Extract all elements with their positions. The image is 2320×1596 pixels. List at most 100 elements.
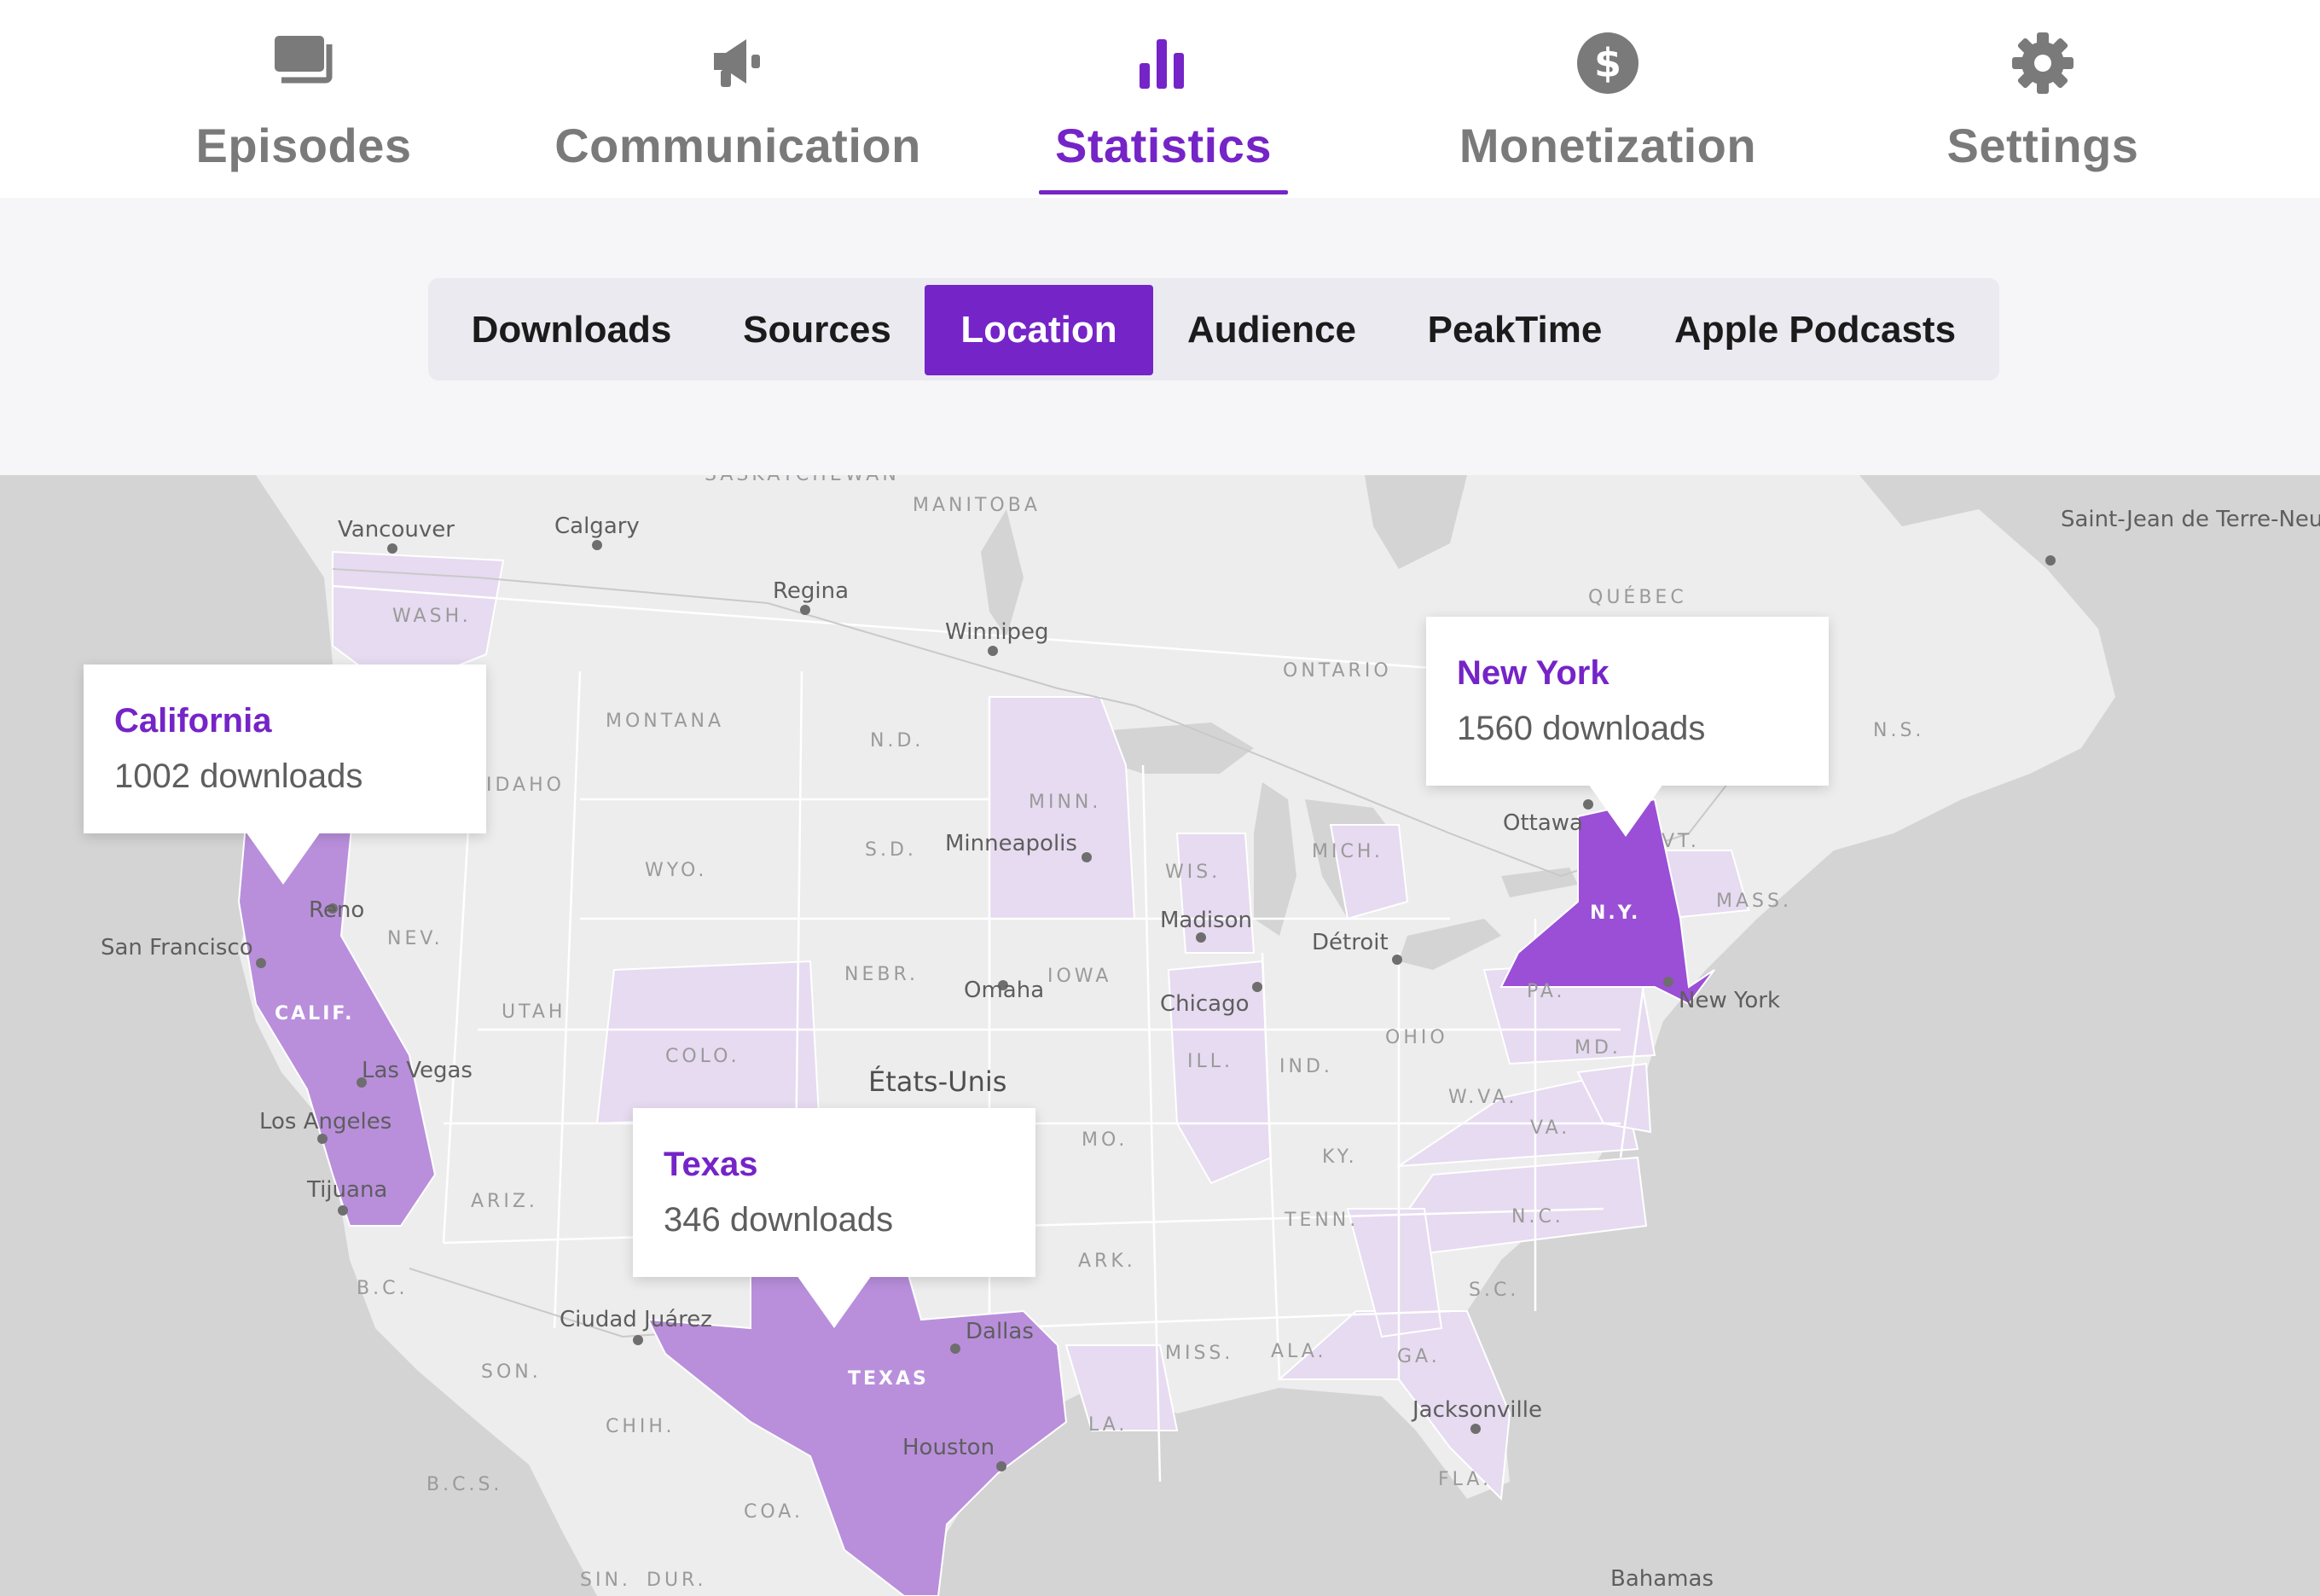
svg-text:S.D.: S.D. bbox=[865, 839, 917, 861]
svg-text:Los Angeles: Los Angeles bbox=[259, 1109, 392, 1135]
megaphone-icon bbox=[714, 39, 760, 87]
tooltip-pointer bbox=[1588, 784, 1663, 837]
svg-text:$: $ bbox=[1594, 40, 1621, 86]
map-label-ny: N.Y. bbox=[1590, 902, 1640, 924]
svg-text:MINN.: MINN. bbox=[1029, 792, 1101, 813]
svg-text:COA.: COA. bbox=[744, 1501, 803, 1523]
statistics-subtabs: Downloads Sources Location Audience Peak… bbox=[428, 278, 1999, 380]
svg-text:ARIZ.: ARIZ. bbox=[471, 1191, 538, 1212]
svg-text:ARK.: ARK. bbox=[1078, 1251, 1136, 1272]
svg-text:WIS.: WIS. bbox=[1165, 862, 1221, 883]
nav-communication-label: Communication bbox=[554, 119, 921, 172]
nav-monetization-label: Monetization bbox=[1459, 119, 1757, 172]
nav-settings[interactable]: Settings bbox=[1931, 0, 2155, 198]
svg-text:NEBR.: NEBR. bbox=[844, 964, 919, 985]
svg-text:TENN.: TENN. bbox=[1284, 1210, 1359, 1231]
svg-text:Reno: Reno bbox=[309, 897, 364, 923]
nav-episodes-label: Episodes bbox=[195, 119, 412, 172]
nav-communication[interactable]: Communication bbox=[554, 0, 921, 198]
subtab-sources[interactable]: Sources bbox=[710, 285, 925, 375]
map-canvas: États-Unis CALIF. TEXAS N.Y. WASH. MONTA… bbox=[0, 475, 2320, 1596]
svg-text:Dallas: Dallas bbox=[966, 1319, 1034, 1344]
svg-text:OHIO: OHIO bbox=[1385, 1027, 1448, 1048]
svg-text:Jacksonville: Jacksonville bbox=[1411, 1397, 1542, 1423]
tooltip-download-count: 1002 downloads bbox=[114, 757, 363, 795]
svg-text:Bahamas: Bahamas bbox=[1610, 1566, 1714, 1592]
svg-text:ONTARIO: ONTARIO bbox=[1283, 660, 1392, 682]
svg-text:LA.: LA. bbox=[1088, 1414, 1128, 1436]
tooltip-download-count: 1560 downloads bbox=[1457, 710, 1706, 747]
svg-text:ILL.: ILL. bbox=[1187, 1051, 1233, 1072]
svg-text:WASH.: WASH. bbox=[392, 606, 472, 627]
subtab-audience[interactable]: Audience bbox=[1153, 285, 1390, 375]
svg-text:IND.: IND. bbox=[1279, 1056, 1333, 1077]
svg-text:N.D.: N.D. bbox=[870, 730, 924, 752]
svg-text:DUR.: DUR. bbox=[647, 1570, 707, 1591]
map-label-calif: CALIF. bbox=[275, 1003, 355, 1024]
subtab-location[interactable]: Location bbox=[925, 285, 1153, 375]
svg-text:S.C.: S.C. bbox=[1469, 1280, 1519, 1301]
svg-text:MASS.: MASS. bbox=[1716, 891, 1792, 912]
tooltip-download-count: 346 downloads bbox=[664, 1201, 894, 1239]
tooltip-state-name: Texas bbox=[664, 1146, 758, 1183]
svg-text:MANITOBA: MANITOBA bbox=[913, 495, 1041, 516]
svg-text:MICH.: MICH. bbox=[1312, 841, 1383, 862]
svg-text:Tijuana: Tijuana bbox=[306, 1177, 387, 1203]
location-map[interactable]: États-Unis CALIF. TEXAS N.Y. WASH. MONTA… bbox=[0, 475, 2320, 1596]
svg-text:N.S.: N.S. bbox=[1873, 720, 1924, 741]
svg-text:Saint-Jean de Terre-Neuve: Saint-Jean de Terre-Neuve bbox=[2061, 507, 2320, 532]
svg-text:NEV.: NEV. bbox=[387, 928, 444, 949]
nav-statistics[interactable]: Statistics bbox=[1039, 0, 1288, 198]
svg-text:Madison: Madison bbox=[1160, 908, 1252, 933]
tooltip-new-york: New York 1560 downloads bbox=[1426, 617, 1829, 837]
svg-text:Minneapolis: Minneapolis bbox=[945, 831, 1077, 856]
subtab-apple-podcasts[interactable]: Apple Podcasts bbox=[1639, 285, 1991, 375]
svg-text:ALA.: ALA. bbox=[1271, 1341, 1326, 1362]
svg-text:Omaha: Omaha bbox=[964, 978, 1044, 1003]
svg-text:W.VA.: W.VA. bbox=[1448, 1087, 1518, 1108]
svg-text:Détroit: Détroit bbox=[1312, 930, 1389, 955]
svg-text:Ottawa: Ottawa bbox=[1503, 810, 1583, 836]
subtab-downloads[interactable]: Downloads bbox=[435, 285, 708, 375]
svg-text:San Francisco: San Francisco bbox=[101, 935, 253, 961]
nav-monetization[interactable]: $ Monetization bbox=[1450, 0, 1766, 198]
gear-icon bbox=[2012, 32, 2074, 94]
svg-text:N.C.: N.C. bbox=[1511, 1206, 1564, 1227]
tooltip-state-name: New York bbox=[1457, 654, 1610, 692]
svg-text:PA.: PA. bbox=[1527, 981, 1566, 1002]
svg-text:Chicago: Chicago bbox=[1160, 991, 1250, 1017]
map-label-texas: TEXAS bbox=[848, 1368, 929, 1390]
nav-settings-label: Settings bbox=[1946, 119, 2139, 172]
tooltip-pointer bbox=[246, 832, 321, 885]
svg-text:KY.: KY. bbox=[1322, 1146, 1358, 1168]
tooltip-pointer bbox=[797, 1275, 872, 1328]
svg-text:COLO.: COLO. bbox=[665, 1046, 740, 1067]
svg-text:MD.: MD. bbox=[1575, 1037, 1621, 1059]
svg-text:MONTANA: MONTANA bbox=[606, 711, 724, 732]
svg-text:VT.: VT. bbox=[1662, 831, 1700, 852]
tooltip-texas: Texas 346 downloads bbox=[633, 1108, 1035, 1328]
svg-text:SON.: SON. bbox=[481, 1361, 542, 1383]
svg-text:Las Vegas: Las Vegas bbox=[362, 1058, 473, 1083]
bar-chart-icon bbox=[1140, 39, 1184, 89]
active-tab-indicator bbox=[1039, 190, 1288, 194]
country-label: États-Unis bbox=[868, 1065, 1006, 1098]
svg-text:QUÉBEC: QUÉBEC bbox=[1588, 586, 1687, 608]
svg-text:New York: New York bbox=[1679, 988, 1780, 1013]
svg-text:GA.: GA. bbox=[1397, 1346, 1441, 1367]
svg-text:VA.: VA. bbox=[1530, 1117, 1570, 1139]
nav-statistics-label: Statistics bbox=[1055, 119, 1272, 172]
subtab-peaktime[interactable]: PeakTime bbox=[1390, 285, 1639, 375]
top-navigation: Episodes Communication Statistics $ Mone… bbox=[0, 0, 2320, 198]
tooltip-state-name: California bbox=[114, 702, 272, 740]
svg-text:Houston: Houston bbox=[902, 1435, 995, 1460]
svg-text:Calgary: Calgary bbox=[554, 514, 640, 539]
svg-text:Regina: Regina bbox=[773, 578, 849, 604]
svg-text:B.C.S.: B.C.S. bbox=[426, 1474, 502, 1495]
nav-episodes[interactable]: Episodes bbox=[184, 0, 423, 198]
svg-text:WYO.: WYO. bbox=[645, 860, 707, 881]
svg-text:IDAHO: IDAHO bbox=[486, 775, 565, 796]
svg-text:Ciudad Juárez: Ciudad Juárez bbox=[560, 1307, 712, 1332]
svg-text:MO.: MO. bbox=[1082, 1129, 1128, 1151]
dollar-icon: $ bbox=[1577, 32, 1638, 94]
